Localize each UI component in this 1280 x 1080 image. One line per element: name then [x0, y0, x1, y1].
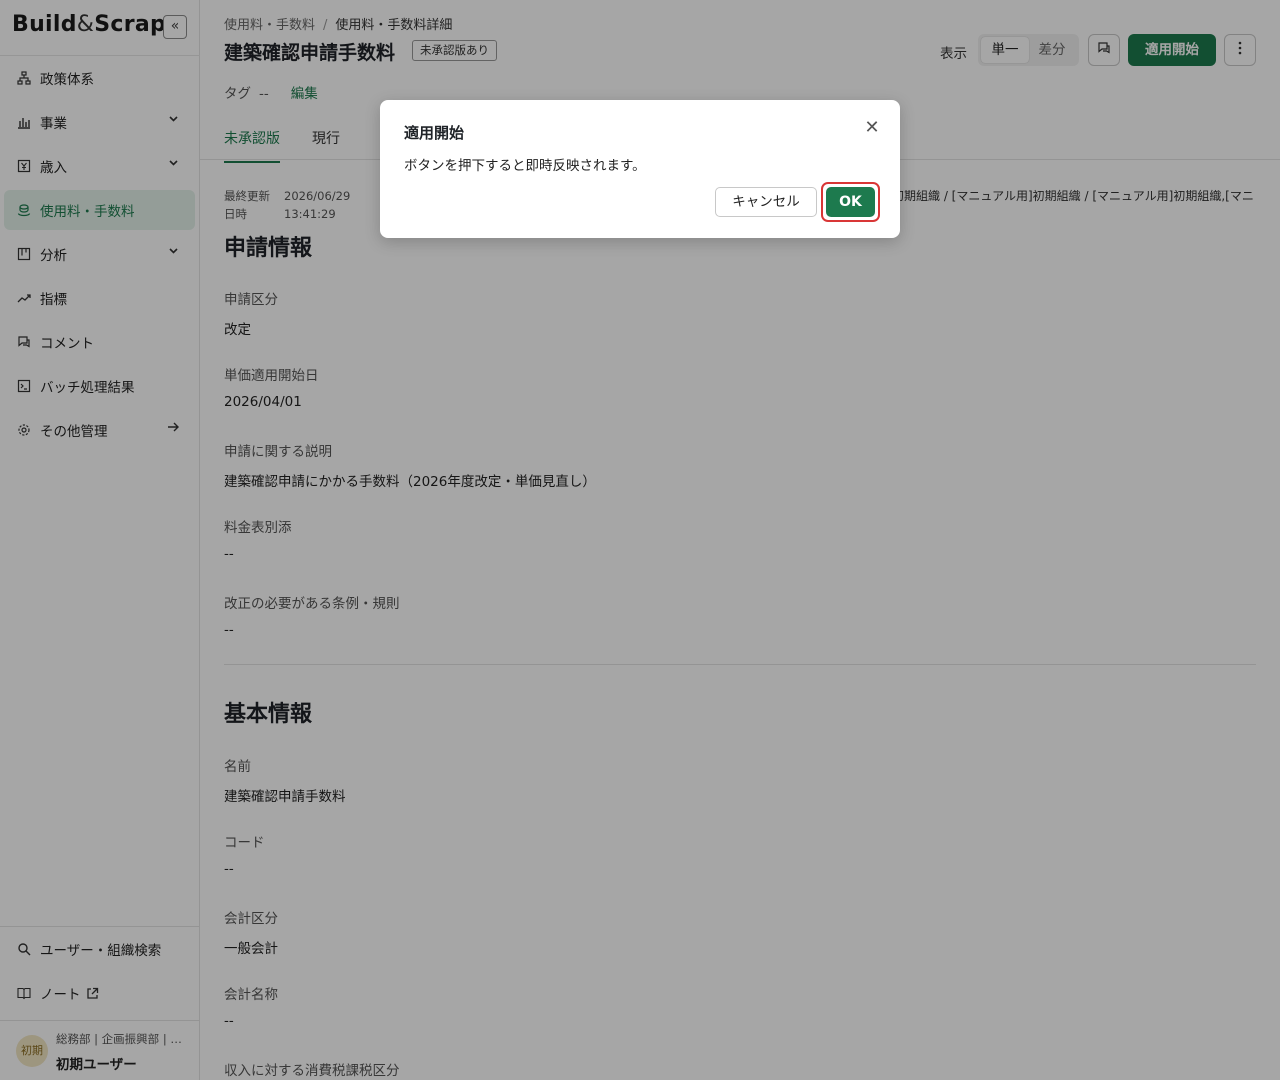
ok-button[interactable]: OK [826, 187, 875, 217]
dialog-message: ボタンを押下すると即時反映されます。 [404, 158, 646, 174]
close-icon[interactable]: ✕ [862, 118, 882, 138]
confirm-dialog: 適用開始 ✕ ボタンを押下すると即時反映されます。 キャンセル OK [380, 100, 900, 238]
ok-button-highlight: OK [821, 182, 880, 222]
cancel-button[interactable]: キャンセル [715, 187, 817, 217]
dialog-title: 適用開始 [404, 124, 465, 142]
